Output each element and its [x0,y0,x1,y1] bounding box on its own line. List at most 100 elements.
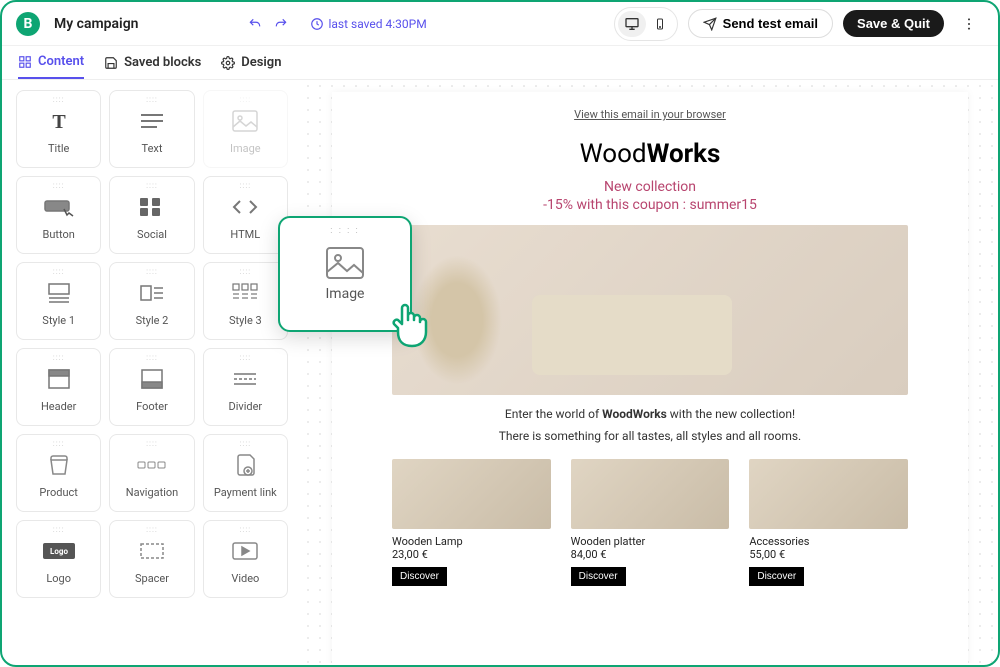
blocks-sidebar: :::: T Title :::: Text :::: Image :::: B… [2,80,302,663]
tab-content[interactable]: Content [18,54,84,79]
block-style3[interactable]: :::: Style 3 [203,262,288,340]
product-image [749,459,908,529]
dragged-block-image[interactable]: : : : : Image [278,216,412,332]
product-name: Accessories [749,535,908,548]
view-in-browser-link[interactable]: View this email in your browser [392,108,908,121]
block-label: Header [41,400,76,413]
product-card: Accessories 55,00 € Discover [749,459,908,586]
product-price: 84,00 € [571,548,730,561]
email-canvas[interactable]: View this email in your browser WoodWork… [332,92,968,663]
product-card: Wooden Lamp 23,00 € Discover [392,459,551,586]
title-icon: T [47,104,71,138]
app-frame: B My campaign last saved 4:30PM Send tes… [0,0,1000,667]
block-navigation[interactable]: :::: Navigation [109,434,194,512]
divider-icon [232,362,258,396]
block-label: Social [137,228,167,241]
social-icon [138,190,166,224]
promo-line-2: -15% with this coupon : summer15 [392,197,908,213]
style2-icon [139,276,165,310]
block-logo[interactable]: :::: Logo Logo [16,520,101,598]
style3-icon [231,276,259,310]
block-video[interactable]: :::: Video [203,520,288,598]
dragged-block-label: Image [326,286,365,302]
products-row: Wooden Lamp 23,00 € Discover Wooden plat… [392,459,908,586]
block-label: Style 1 [42,314,75,327]
block-header[interactable]: :::: Header [16,348,101,426]
send-test-label: Send test email [723,16,818,31]
topbar: B My campaign last saved 4:30PM Send tes… [2,2,998,46]
product-name: Wooden platter [571,535,730,548]
save-quit-button[interactable]: Save & Quit [843,10,944,37]
tab-design[interactable]: Design [221,54,281,79]
block-label: Spacer [135,572,169,585]
block-payment-link[interactable]: :::: Payment link [203,434,288,512]
more-menu-button[interactable] [954,9,984,39]
block-image[interactable]: :::: Image [203,90,288,168]
clock-icon [310,17,324,31]
brand-logo: B [16,12,40,36]
logo-icon: Logo [42,534,76,568]
redo-icon[interactable] [274,17,288,31]
discover-button[interactable]: Discover [571,567,626,586]
button-icon [44,190,74,224]
brand-heading: WoodWorks [392,139,908,169]
block-social[interactable]: :::: Social [109,176,194,254]
block-label: Divider [228,400,262,413]
block-label: Product [39,486,77,499]
device-toggle [614,7,678,41]
product-price: 23,00 € [392,548,551,561]
block-spacer[interactable]: :::: Spacer [109,520,194,598]
video-icon [231,534,259,568]
block-label: Title [48,142,69,155]
sidebar-tabs: Content Saved blocks Design [2,46,998,80]
tab-saved-label: Saved blocks [124,55,201,70]
block-style2[interactable]: :::: Style 2 [109,262,194,340]
intro-text: Enter the world of WoodWorks with the ne… [392,407,908,421]
block-grid: :::: T Title :::: Text :::: Image :::: B… [16,90,288,598]
last-saved-text: last saved 4:30PM [328,17,426,31]
undo-icon[interactable] [248,17,262,31]
undo-redo-group [248,17,288,31]
last-saved: last saved 4:30PM [310,17,426,31]
block-text[interactable]: :::: Text [109,90,194,168]
block-label: Navigation [126,486,179,499]
block-html[interactable]: :::: HTML [203,176,288,254]
main: :::: T Title :::: Text :::: Image :::: B… [2,80,998,663]
pointer-hand-icon [388,300,432,348]
block-divider[interactable]: :::: Divider [203,348,288,426]
tab-content-label: Content [38,54,84,69]
style1-icon [46,276,72,310]
save-icon [104,56,118,70]
discover-button[interactable]: Discover [749,567,804,586]
discover-button[interactable]: Discover [392,567,447,586]
product-price: 55,00 € [749,548,908,561]
svg-text:Logo: Logo [50,547,68,556]
block-label: Footer [136,400,168,413]
spacer-icon [139,534,165,568]
payment-icon [234,448,256,482]
block-label: Logo [46,572,71,585]
product-name: Wooden Lamp [392,535,551,548]
block-button[interactable]: :::: Button [16,176,101,254]
text-icon [139,104,165,138]
block-title[interactable]: :::: T Title [16,90,101,168]
block-label: Text [142,142,163,155]
hero-image [392,225,908,395]
tab-saved-blocks[interactable]: Saved blocks [104,54,201,79]
product-card: Wooden platter 84,00 € Discover [571,459,730,586]
intro-text-2: There is something for all tastes, all s… [392,429,908,443]
send-test-button[interactable]: Send test email [688,9,833,38]
block-label: HTML [230,228,260,241]
campaign-title: My campaign [54,16,138,32]
canvas-area[interactable]: View this email in your browser WoodWork… [302,80,998,663]
block-footer[interactable]: :::: Footer [109,348,194,426]
desktop-view-button[interactable] [618,11,646,37]
promo-line-1: New collection [392,179,908,195]
block-style1[interactable]: :::: Style 1 [16,262,101,340]
block-product[interactable]: :::: Product [16,434,101,512]
mobile-view-button[interactable] [646,11,674,37]
send-icon [703,17,717,31]
header-icon [47,362,71,396]
block-label: Style 2 [136,314,169,327]
block-label: Button [42,228,74,241]
